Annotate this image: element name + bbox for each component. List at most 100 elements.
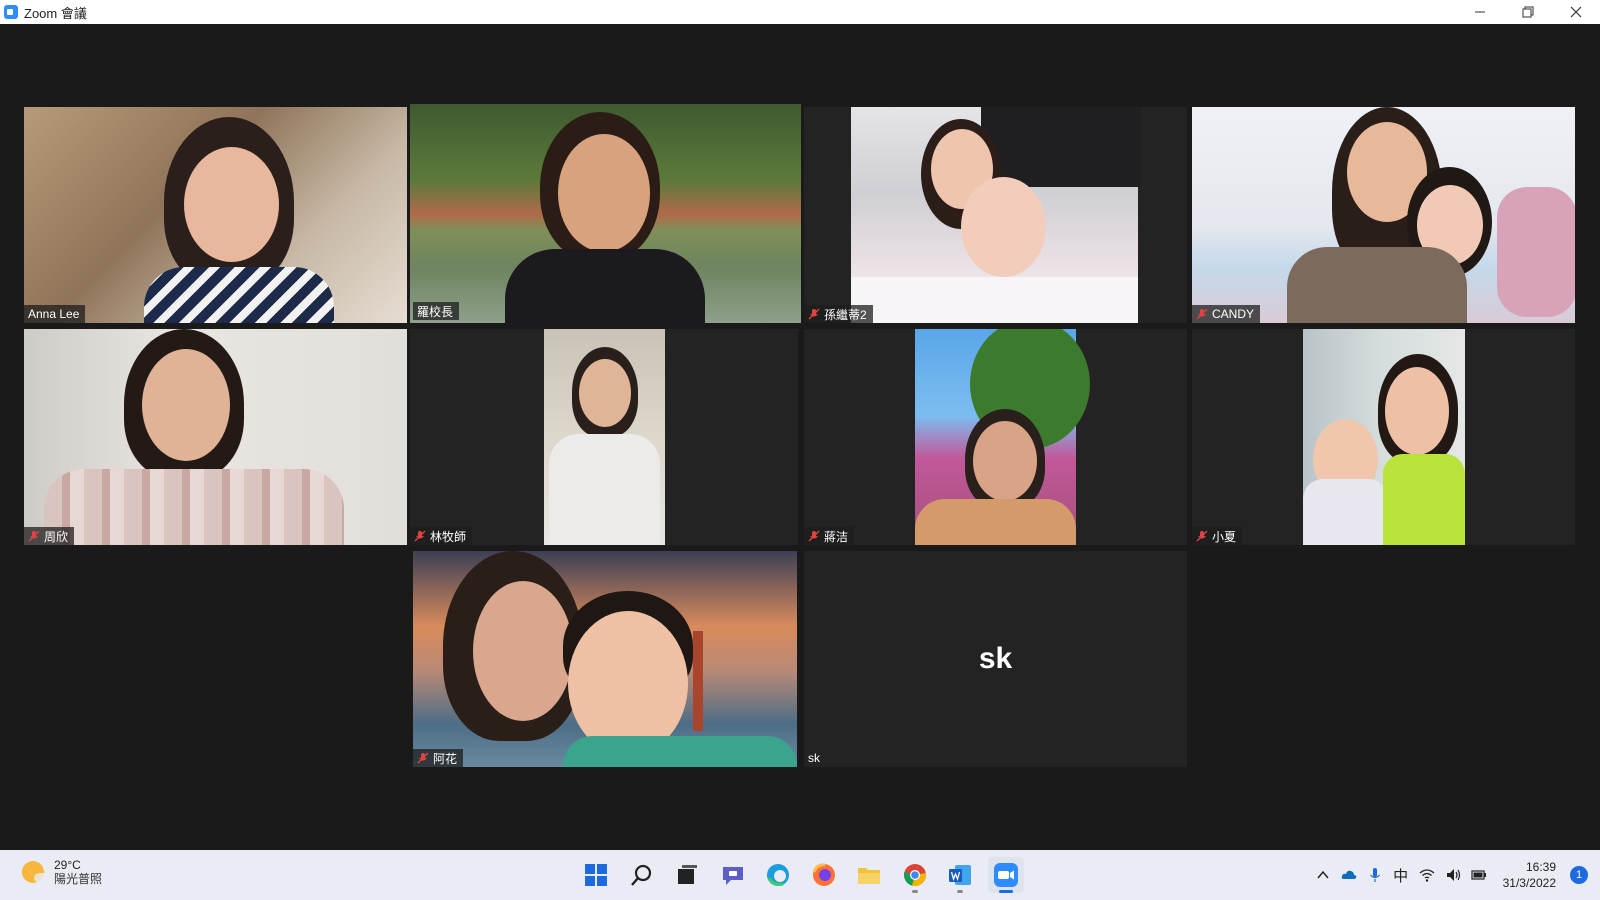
clock[interactable]: 16:39 31/3/2022 [1503,859,1556,891]
participant-name-bar: 孫繼蒂2 [804,305,873,323]
battery-icon [1471,870,1486,880]
zoom-app-icon [4,5,18,19]
edge-icon [767,864,789,886]
start-button[interactable] [578,857,614,893]
participant-name: 周欣 [44,529,69,544]
window-controls [1456,0,1600,24]
wifi-button[interactable] [1415,863,1439,887]
word-button[interactable] [942,857,978,893]
restore-button[interactable] [1504,0,1552,24]
file-explorer-button[interactable] [851,857,887,893]
input-method-indicator[interactable]: 中 [1389,863,1413,887]
mic-muted-icon [1196,308,1208,320]
participant-name-bar: 蔣洁 [804,527,855,545]
mic-muted-icon [28,530,40,542]
participant-name-bar: CANDY [1192,305,1261,323]
mic-muted-icon [414,530,426,542]
window-title: Zoom 會議 [24,5,87,21]
participant-video [410,104,801,323]
participant-name: 孫繼蒂2 [824,307,867,322]
participant-video [24,329,407,545]
zoom-button[interactable] [987,857,1024,893]
participant-tile-6[interactable]: 林牧師 [410,329,798,545]
participant-name: sk [808,751,820,765]
close-icon [1570,6,1582,18]
participant-video [544,329,665,545]
participant-name-bar: Anna Lee [24,305,86,323]
mic-muted-icon [808,308,820,320]
participant-tile-9[interactable]: 阿花 [413,551,797,767]
weather-condition: 陽光普照 [54,872,103,886]
notification-badge[interactable]: 1 [1570,866,1588,884]
participant-name: 阿花 [433,751,458,766]
firefox-button[interactable] [806,857,842,893]
running-indicator [998,890,1013,893]
participant-video [851,107,1141,323]
mic-muted-icon [808,530,820,542]
word-icon [949,865,971,885]
clock-date: 31/3/2022 [1502,876,1556,890]
weather-temperature: 29°C [54,858,81,872]
minimize-icon [1475,11,1485,13]
participant-name: CANDY [1212,307,1255,321]
participant-name: 小夏 [1212,529,1237,544]
file-explorer-icon [858,868,880,884]
participant-name-bar: 小夏 [1192,527,1243,545]
participant-tile-5[interactable]: 周欣 [24,329,407,545]
start-icon [585,864,607,886]
participant-name-bar: sk [804,749,826,767]
chrome-icon [903,864,926,887]
participant-video [1192,107,1575,323]
battery-button[interactable] [1467,863,1491,887]
participant-name: Anna Lee [28,307,80,321]
participant-tile-candy[interactable]: CANDY [1192,107,1575,323]
participant-name-bar: 林牧師 [410,527,473,545]
participant-video [1303,329,1465,545]
running-indicator [957,890,963,893]
restore-icon [1522,6,1534,18]
onedrive-button[interactable] [1337,863,1361,887]
participant-tile-active-speaker[interactable]: 羅校長 [410,104,801,323]
mic-muted-icon [1196,530,1208,542]
weather-widget[interactable]: 29°C 陽光普照 [22,858,102,886]
clock-time: 16:39 [1525,860,1556,874]
participant-tile-8[interactable]: 小夏 [1192,329,1575,545]
title-bar: Zoom 會議 [0,0,1600,24]
volume-button[interactable] [1441,863,1465,887]
gallery-view: Anna Lee 羅校長 孫繼蒂2 CANDY 周欣 林牧師 蔣洁 小夏 阿花 … [0,24,1600,850]
participant-tile-7[interactable]: 蔣洁 [804,329,1187,545]
participant-name: 羅校長 [417,304,454,319]
search-icon [630,864,651,886]
weather-sun-icon [22,861,48,883]
participant-name-bar: 周欣 [24,527,75,545]
teams-chat-button[interactable] [715,857,751,893]
mic-muted-icon [417,752,429,764]
firefox-icon [812,863,835,886]
show-hidden-icons-button[interactable] [1311,863,1335,887]
microphone-button[interactable] [1363,863,1387,887]
task-view-icon [678,865,697,884]
task-view-button[interactable] [669,857,705,893]
search-button[interactable] [624,857,660,893]
participant-name: 林牧師 [430,529,467,544]
participant-video [413,551,797,767]
chrome-button[interactable] [897,857,933,893]
participant-name-bar: 阿花 [413,749,464,767]
taskbar-apps [578,857,1033,893]
participant-tile-anna-lee[interactable]: Anna Lee [24,107,407,323]
participant-name-bar: 羅校長 [413,302,460,320]
participant-tile-3[interactable]: 孫繼蒂2 [804,107,1187,323]
microphone-icon [1369,868,1380,882]
close-button[interactable] [1552,0,1600,24]
participant-tile-sk[interactable]: sk sk [804,551,1187,767]
participant-avatar-name: sk [978,642,1013,675]
participant-video [24,107,407,323]
zoom-icon [993,863,1018,887]
minimize-button[interactable] [1456,0,1504,24]
teams-chat-icon [722,867,743,885]
wifi-icon [1419,869,1435,882]
edge-button[interactable] [760,857,796,893]
participant-name: 蔣洁 [824,529,849,544]
speaker-icon [1446,869,1460,881]
participant-video [915,329,1090,545]
